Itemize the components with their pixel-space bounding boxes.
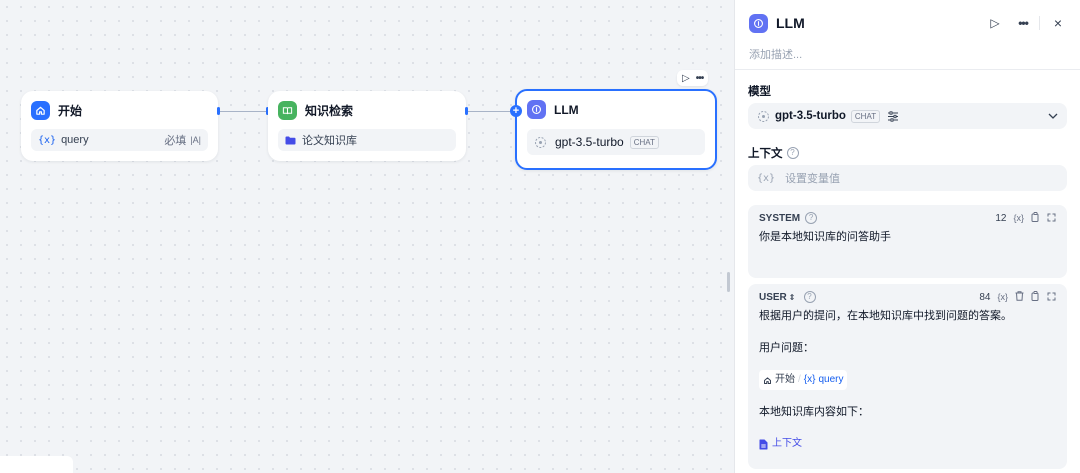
help-icon[interactable]: ?	[786, 147, 799, 159]
system-token-count: 12	[995, 212, 1007, 224]
system-role-label: SYSTEM	[759, 212, 801, 224]
context-chip[interactable]: 上下文	[759, 436, 802, 452]
text-type-icon: |A|	[190, 135, 201, 145]
play-icon[interactable]: ▷	[682, 73, 690, 84]
description-input[interactable]: 添加描述...	[735, 46, 1080, 64]
context-section-label: 上下文 ?	[735, 146, 1080, 160]
role-switch-icon[interactable]: ⇕	[789, 293, 796, 302]
book-icon	[278, 101, 297, 120]
insert-variable-icon[interactable]: {x}	[997, 292, 1008, 302]
selected-model-name: gpt-3.5-turbo	[775, 110, 846, 122]
llm-model-row[interactable]: gpt-3.5-turbo CHAT	[527, 129, 705, 155]
delete-icon[interactable]	[1015, 291, 1024, 303]
llm-model-name: gpt-3.5-turbo	[555, 135, 624, 149]
context-placeholder: 设置变量值	[785, 173, 841, 185]
panel-more-icon[interactable]: •••	[1013, 16, 1033, 30]
home-icon	[764, 376, 771, 384]
model-label-text: 模型	[748, 86, 771, 98]
variable-name: query	[61, 134, 89, 146]
llm-brain-icon	[527, 100, 546, 119]
edge-knowledge-llm	[468, 111, 512, 112]
panel-title[interactable]: LLM	[776, 15, 977, 31]
run-step-icon[interactable]: ▷	[985, 16, 1005, 30]
model-section-label: 模型	[735, 84, 1080, 98]
insert-variable-icon[interactable]: {x}	[1013, 213, 1024, 223]
system-prompt-box[interactable]: SYSTEM ? 12 {x} 你是本地知识库的问答助手	[748, 205, 1067, 278]
chevron-down-icon[interactable]	[1048, 113, 1058, 119]
variable-node-name: 开始	[775, 374, 795, 385]
knowledge-node-title: 知识检索	[305, 104, 354, 118]
llm-node-title: LLM	[554, 102, 579, 117]
variable-icon: {x}	[757, 172, 776, 184]
document-icon	[759, 439, 768, 449]
knowledge-retrieval-node[interactable]: 知识检索 论文知识库	[268, 91, 466, 161]
llm-config-panel: LLM ▷ ••• × 添加描述... 模型 gpt-3.5-turbo CHA…	[734, 0, 1080, 473]
add-node-icon[interactable]: +	[510, 105, 522, 117]
context-chip-label: 上下文	[772, 438, 802, 449]
user-prompt-line-3: 本地知识库内容如下：	[759, 406, 869, 418]
variable-ref-name: query	[818, 374, 844, 385]
variable-icon: {x}	[38, 134, 57, 146]
user-prompt-line-2: 用户问题：	[759, 342, 814, 354]
expand-icon[interactable]	[1047, 292, 1056, 303]
start-node-title: 开始	[58, 104, 83, 118]
start-variable-row[interactable]: {x} query 必填 |A|	[31, 129, 208, 151]
panel-divider	[735, 69, 1080, 70]
chat-mode-badge: CHAT	[629, 135, 659, 149]
help-icon[interactable]: ?	[803, 291, 816, 303]
user-prompt-line-1: 根据用户的提问，在本地知识库中找到问题的答案。	[759, 310, 1012, 322]
system-prompt-text[interactable]: 你是本地知识库的问答助手	[759, 229, 1056, 245]
minimap-panel	[0, 456, 73, 473]
edge-start-knowledge	[220, 111, 267, 112]
panel-llm-icon	[749, 13, 768, 33]
dataset-name: 论文知识库	[302, 135, 357, 147]
user-prompt-content[interactable]: 根据用户的提问，在本地知识库中找到问题的答案。 用户问题： 开始 / {x} q…	[759, 308, 1056, 455]
model-provider-icon	[534, 136, 547, 149]
model-provider-icon	[757, 110, 770, 123]
expand-icon[interactable]	[1047, 213, 1056, 224]
variable-separator: /	[798, 374, 801, 385]
model-selector[interactable]: gpt-3.5-turbo CHAT	[748, 103, 1067, 129]
required-label: 必填	[164, 135, 187, 147]
workflow-canvas[interactable]: 开始 {x} query 必填 |A| 知识检索 论文知识库 ▷ ••• LLM…	[0, 0, 734, 473]
model-settings-icon[interactable]	[887, 110, 899, 122]
more-icon[interactable]: •••	[696, 73, 704, 84]
copy-icon[interactable]	[1031, 212, 1040, 224]
llm-node[interactable]: LLM gpt-3.5-turbo CHAT	[515, 89, 717, 170]
user-prompt-box[interactable]: USER ⇕ ? 84 {x} 根据用户的提问，在本地知识库中找到问题的答案。 …	[748, 284, 1067, 469]
home-icon	[31, 101, 50, 120]
variable-ref-glyph: {x}	[803, 374, 816, 385]
panel-resize-handle[interactable]	[727, 272, 730, 292]
header-divider	[1039, 16, 1040, 30]
user-token-count: 84	[979, 291, 991, 303]
copy-icon[interactable]	[1031, 291, 1040, 303]
context-variable-input[interactable]: {x} 设置变量值	[748, 165, 1067, 191]
model-mode-badge: CHAT	[850, 109, 881, 123]
dataset-row[interactable]: 论文知识库	[278, 129, 456, 151]
folder-icon	[285, 136, 296, 145]
llm-node-toolbar: ▷ •••	[677, 70, 709, 86]
help-icon[interactable]: ?	[805, 212, 818, 224]
variable-reference-chip[interactable]: 开始 / {x} query	[759, 370, 848, 390]
user-role-label[interactable]: USER	[759, 292, 787, 303]
close-icon[interactable]: ×	[1048, 15, 1068, 31]
start-node[interactable]: 开始 {x} query 必填 |A|	[21, 91, 218, 161]
context-label-text: 上下文	[748, 148, 783, 160]
